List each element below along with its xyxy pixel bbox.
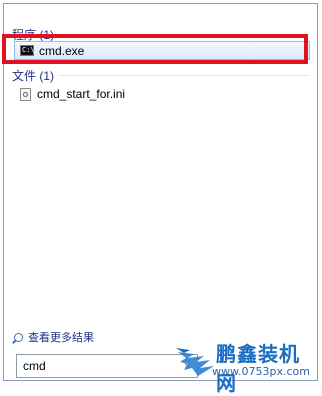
annotation-highlight-box [2, 34, 308, 64]
result-item-ini[interactable]: cmd_start_for.ini [14, 85, 125, 103]
files-header-label: 文件 (1) [12, 69, 55, 83]
watermark: 鹏鑫装机网 www.0753px.com [174, 338, 320, 395]
settings-file-icon [20, 87, 31, 101]
watermark-url: www.0753px.com [212, 365, 310, 378]
result-item-label: cmd_start_for.ini [37, 87, 126, 101]
search-input[interactable] [17, 358, 175, 374]
files-group-header[interactable]: 文件 (1) [12, 67, 54, 84]
search-icon [14, 332, 23, 342]
search-box[interactable]: × [16, 354, 198, 378]
see-more-results-label: 查看更多结果 [28, 332, 94, 344]
files-divider [58, 75, 309, 76]
see-more-results-link[interactable]: 查看更多结果 [14, 329, 94, 345]
